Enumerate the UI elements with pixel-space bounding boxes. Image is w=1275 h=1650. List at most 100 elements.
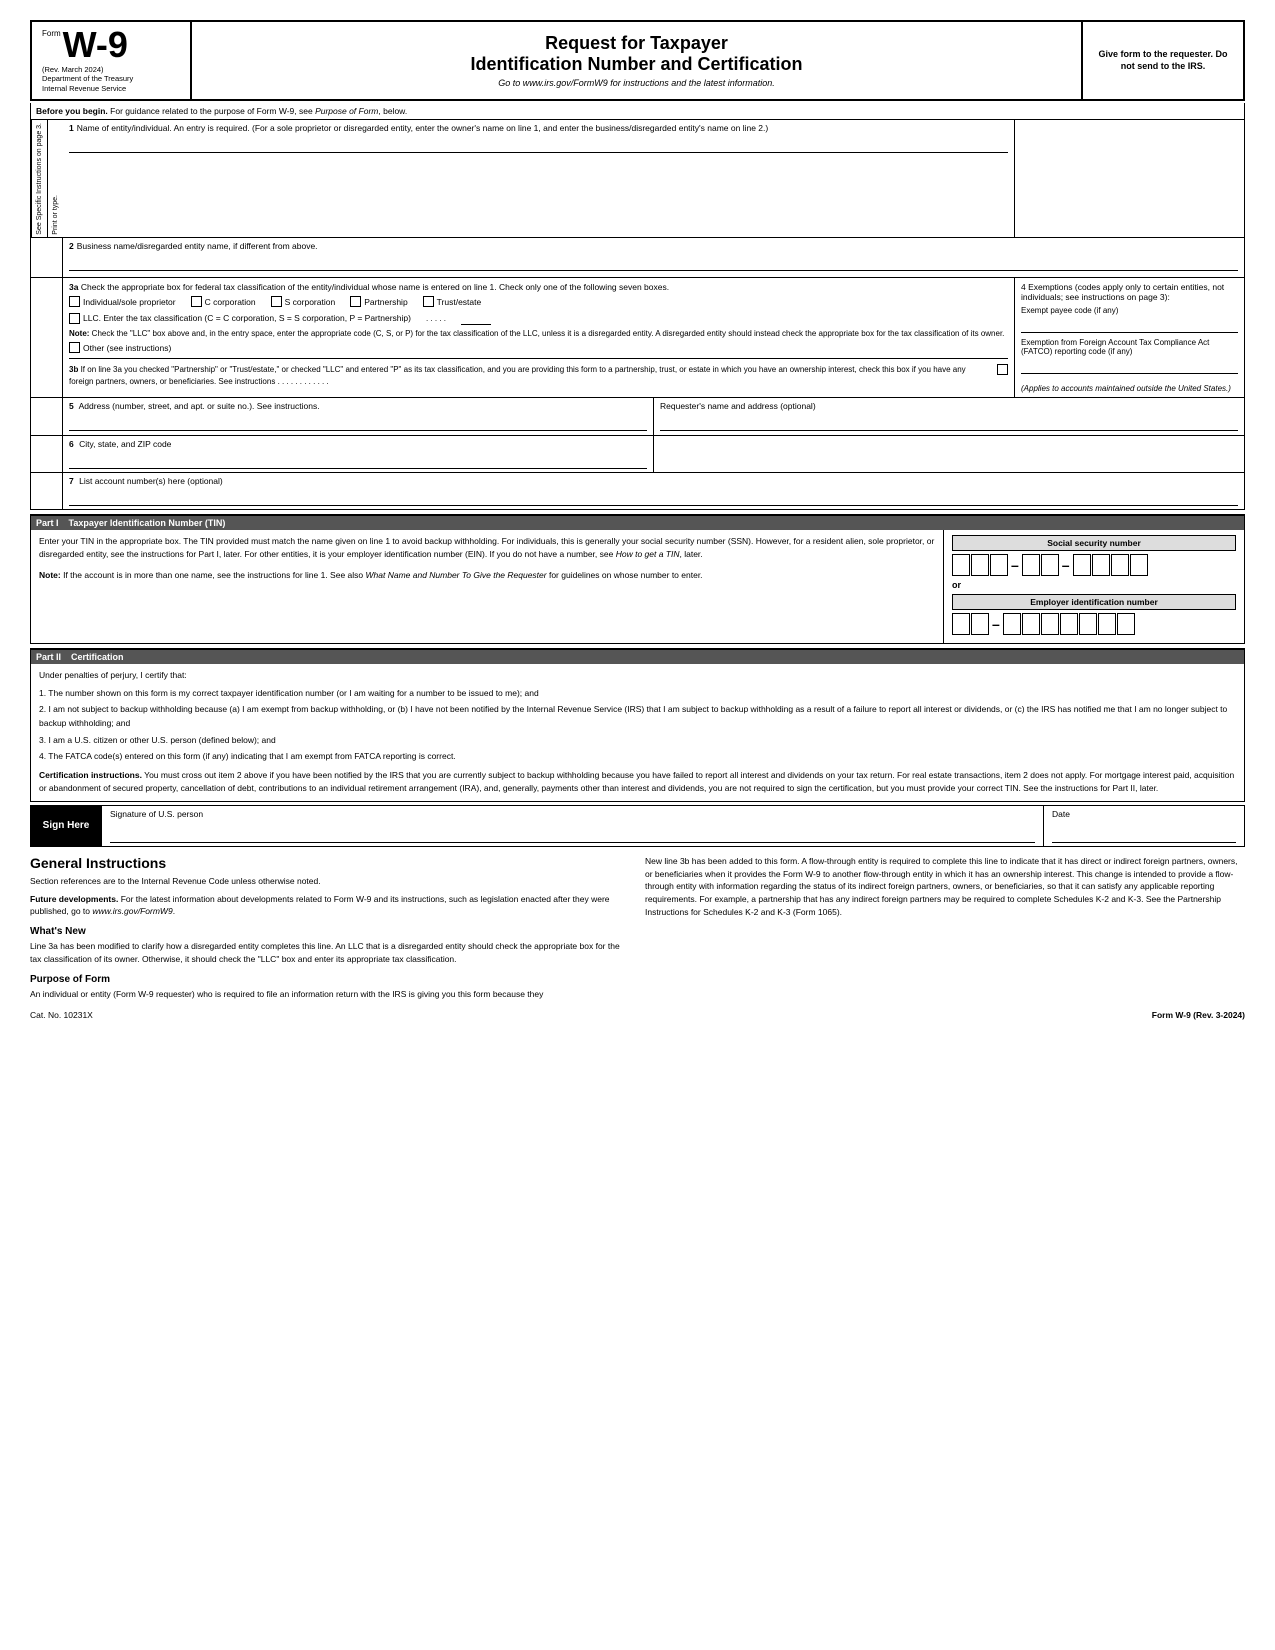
ssn-box9[interactable]: [1130, 554, 1148, 576]
cert-item2: 2. I am not subject to backup withholdin…: [39, 703, 1236, 730]
date-label: Date: [1052, 809, 1236, 819]
sig-input[interactable]: [110, 821, 1035, 843]
whats-new-heading: What's New: [30, 926, 630, 937]
ein-box9[interactable]: [1117, 613, 1135, 635]
field2-input[interactable]: [69, 253, 1238, 271]
tin-right: Social security number – – or Employer: [944, 530, 1244, 643]
future-devs: Future developments. For the latest info…: [30, 893, 630, 919]
field5-area: 5 Address (number, street, and apt. or s…: [63, 398, 654, 435]
date-input[interactable]: [1052, 821, 1236, 843]
ssn-box1[interactable]: [952, 554, 970, 576]
ein-box7[interactable]: [1079, 613, 1097, 635]
field3a-label: 3a Check the appropriate box for federal…: [69, 282, 1008, 292]
cb-other-box[interactable]: [69, 342, 80, 353]
header-center: Request for Taxpayer Identification Numb…: [192, 22, 1083, 99]
field2-area: 2Business name/disregarded entity name, …: [63, 238, 1244, 277]
requester-right2: [654, 436, 1244, 472]
part2-header: Part II Certification: [31, 650, 1244, 664]
ein-box4[interactable]: [1022, 613, 1040, 635]
applies-note: (Applies to accounts maintained outside …: [1021, 384, 1238, 393]
form-word: Form: [42, 29, 61, 38]
part1-section: Part I Taxpayer Identification Number (T…: [30, 514, 1245, 644]
field1-input[interactable]: [69, 135, 1008, 153]
page-footer: Cat. No. 10231X Form W-9 (Rev. 3-2024): [30, 1010, 1245, 1020]
ein-box1[interactable]: [952, 613, 970, 635]
row-business: 2Business name/disregarded entity name, …: [31, 238, 1244, 278]
ein-box3[interactable]: [1003, 613, 1021, 635]
field1-label: 1Name of entity/individual. An entry is …: [69, 123, 1008, 133]
side-label-print: Print or type.: [47, 120, 63, 238]
ein-box8[interactable]: [1098, 613, 1116, 635]
before-begin-label: Before you begin.: [36, 106, 108, 116]
cb-llc: LLC. Enter the tax classification (C = C…: [69, 313, 411, 324]
cb-individual: Individual/sole proprietor: [69, 296, 176, 307]
ssn-dash1: –: [1011, 557, 1019, 573]
ein-box6[interactable]: [1060, 613, 1078, 635]
exemptions-right: [1014, 120, 1244, 238]
or-text: or: [952, 580, 1236, 590]
field1-area: 1Name of entity/individual. An entry is …: [63, 120, 1014, 238]
purpose-heading: Purpose of Form: [30, 974, 630, 985]
cat-no: Cat. No. 10231X: [30, 1010, 93, 1020]
ssn-boxes: – –: [952, 554, 1236, 576]
ssn-box4[interactable]: [1022, 554, 1040, 576]
side-spacer3: [31, 398, 63, 435]
field3a-note: Note: Check the "LLC" box above and, in …: [69, 328, 1008, 339]
section-refs: Section references are to the Internal R…: [30, 875, 630, 888]
form-w9-label: Form W-9: [42, 27, 180, 63]
cb-ccorp: C corporation: [191, 296, 256, 307]
header-left: Form W-9 (Rev. March 2024) Department of…: [32, 22, 192, 99]
side-spacer4: [31, 436, 63, 472]
cb-individual-box[interactable]: [69, 296, 80, 307]
field6-input[interactable]: [69, 451, 647, 469]
dept1: Department of the Treasury: [42, 74, 180, 84]
ssn-box3[interactable]: [990, 554, 1008, 576]
cb-ccorp-box[interactable]: [191, 296, 202, 307]
tin-body: Enter your TIN in the appropriate box. T…: [31, 530, 1244, 643]
ein-box5[interactable]: [1041, 613, 1059, 635]
fatca-input[interactable]: [1021, 358, 1238, 374]
go-to-text: Go to www.irs.gov/FormW9 for instruction…: [498, 78, 775, 88]
date-area: Date: [1044, 806, 1244, 846]
cb-3b-box[interactable]: [997, 364, 1008, 375]
ssn-dash2: –: [1062, 557, 1070, 573]
ssn-box5[interactable]: [1041, 554, 1059, 576]
cb-llc-box[interactable]: [69, 313, 80, 324]
cert-instructions: Certification instructions. You must cro…: [39, 769, 1236, 796]
field2-label: 2Business name/disregarded entity name, …: [69, 241, 1238, 251]
cb-partnership-box[interactable]: [350, 296, 361, 307]
field5-input[interactable]: [69, 413, 647, 431]
cb-other: Other (see instructions): [69, 342, 171, 353]
row-address: 5 Address (number, street, and apt. or s…: [31, 398, 1244, 436]
ein-boxes: –: [952, 613, 1236, 635]
form-footer-label: Form W-9 (Rev. 3-2024): [1152, 1010, 1245, 1020]
purpose-text: An individual or entity (Form W-9 reques…: [30, 988, 630, 1001]
ssn-box6[interactable]: [1073, 554, 1091, 576]
sub-title: Identification Number and Certification: [470, 54, 802, 75]
ssn-box7[interactable]: [1092, 554, 1110, 576]
part1-header: Part I Taxpayer Identification Number (T…: [31, 516, 1244, 530]
cert-item1: 1. The number shown on this form is my c…: [39, 687, 1236, 701]
field7-input[interactable]: [69, 488, 1238, 506]
tin-note: Note: If the account is in more than one…: [39, 569, 935, 582]
ssn-box8[interactable]: [1111, 554, 1129, 576]
sign-here-label: Sign Here: [31, 806, 101, 846]
field3a-area: 3a Check the appropriate box for federal…: [63, 278, 1014, 397]
ssn-box2[interactable]: [971, 554, 989, 576]
right-col-text: New line 3b has been added to this form.…: [645, 855, 1245, 919]
cb-trust-box[interactable]: [423, 296, 434, 307]
cb-scorp-box[interactable]: [271, 296, 282, 307]
ein-box2[interactable]: [971, 613, 989, 635]
cert-item3: 3. I am a U.S. citizen or other U.S. per…: [39, 734, 1236, 748]
whats-new-text: Line 3a has been modified to clarify how…: [30, 940, 630, 966]
llc-code-input[interactable]: [461, 311, 491, 325]
side-spacer5: [31, 473, 63, 509]
field3b: 3b If on line 3a you checked "Partnershi…: [69, 358, 1008, 388]
requester-area: Requester's name and address (optional): [654, 398, 1244, 435]
requester-input[interactable]: [660, 413, 1238, 431]
cb-scorp: S corporation: [271, 296, 336, 307]
row-city: 6 City, state, and ZIP code: [31, 436, 1244, 473]
sign-section: Sign Here Signature of U.S. person Date: [30, 805, 1245, 847]
form-number: W-9: [63, 27, 128, 63]
exempt-payee-input[interactable]: [1021, 317, 1238, 333]
